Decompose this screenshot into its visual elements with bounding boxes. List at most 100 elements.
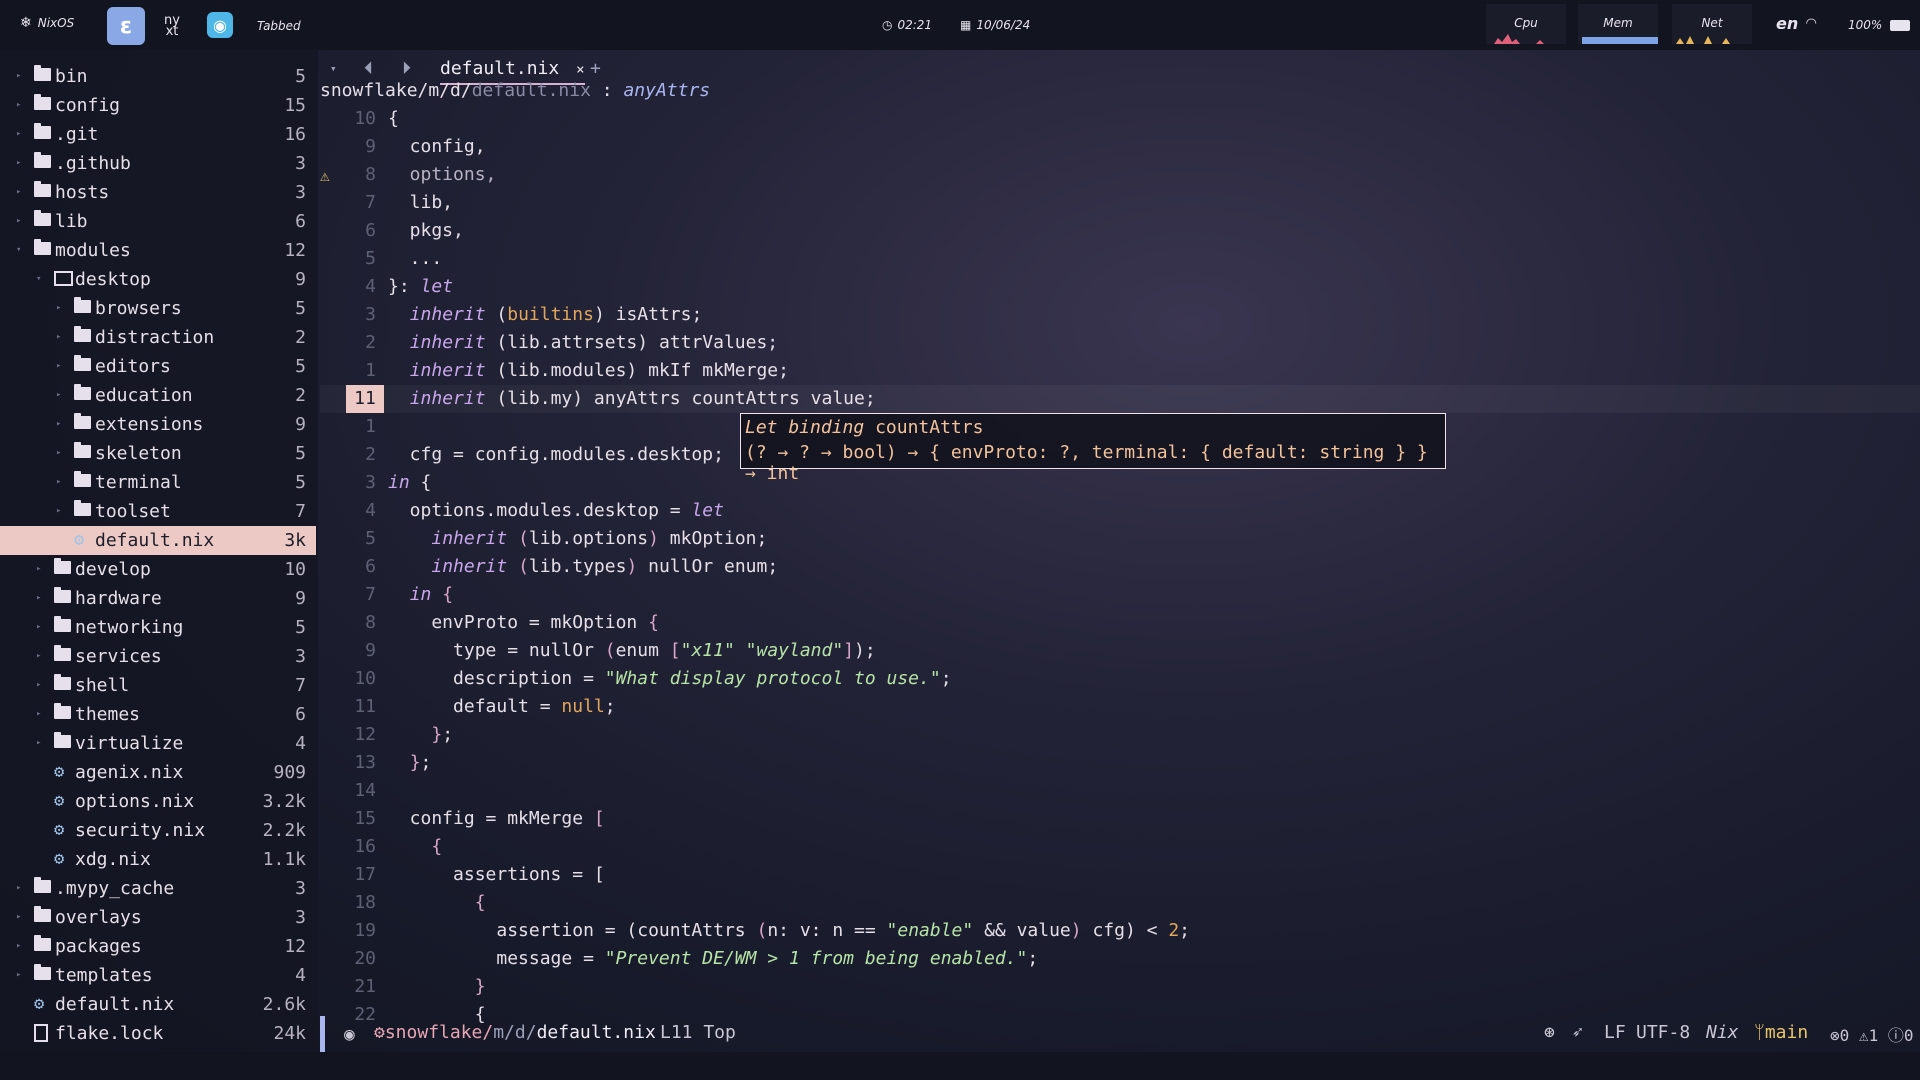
keyboard-layout[interactable]: en ◠ [1776,14,1816,33]
cpu-widget[interactable]: Cpu [1486,4,1566,44]
tree-item[interactable]: ▸ hardware 9 [0,584,316,613]
net-widget[interactable]: Net [1672,4,1752,44]
code-line[interactable]: 9 config, [320,133,1920,161]
chevron-right-icon[interactable]: ▸ [36,613,41,642]
tree-item[interactable]: ▸ services 3 [0,642,316,671]
workspace-1-emacs-icon[interactable]: ε [107,7,145,45]
status-file[interactable]: ⚙snowflake/m/d/default.nix [374,1022,656,1043]
tab-next-icon[interactable]: ⏵ [402,58,411,79]
code-line[interactable]: 2 inherit (lib.attrsets) attrValues; [320,329,1920,357]
battery[interactable]: 100% [1848,18,1911,32]
tree-item[interactable]: ▸ distraction 2 [0,323,316,352]
code-line[interactable]: 5 inherit (lib.options) mkOption; [320,525,1920,553]
code-line[interactable]: 11 default = null; [320,693,1920,721]
code-line[interactable]: 4 options.modules.desktop = let [320,497,1920,525]
tree-item[interactable]: ▸ hosts 3 [0,178,316,207]
chevron-right-icon[interactable]: ▸ [16,91,21,120]
tab-dropdown-icon[interactable]: ▾ [330,62,337,75]
tree-item[interactable]: ▸ lib 6 [0,207,316,236]
chevron-right-icon[interactable]: ▸ [16,120,21,149]
tree-item[interactable]: ▸ .git 16 [0,120,316,149]
diagnostics[interactable]: ⊗0 ⚠1 ⓘ0 [1830,1022,1914,1046]
workspace-2-icon[interactable]: ny xt [157,11,187,41]
tree-item[interactable]: ▾ modules 12 [0,236,316,265]
chevron-right-icon[interactable]: ▸ [36,729,41,758]
file-encoding[interactable]: UTF-8 [1636,1022,1690,1043]
chevron-right-icon[interactable]: ▸ [16,207,21,236]
tree-item[interactable]: ▸ browsers 5 [0,294,316,323]
chevron-right-icon[interactable]: ▸ [56,497,61,526]
code-line[interactable]: 20 message = "Prevent DE/WM > 1 from bei… [320,945,1920,973]
code-line[interactable]: 9 type = nullOr (enum ["x11" "wayland"])… [320,637,1920,665]
workspace-3-browser-icon[interactable]: ◉ [207,12,233,38]
chevron-right-icon[interactable]: ▸ [36,584,41,613]
layout-indicator[interactable]: Tabbed [257,19,301,33]
code-line[interactable]: 8 options, [320,161,1920,189]
tree-item[interactable]: ▸ virtualize 4 [0,729,316,758]
file-tree[interactable]: ▸ bin 5 ▸ config 15 ▸ .git 16 ▸ .github 3 ▸ hosts 3 ▸ li… [0,50,318,1050]
tree-item[interactable]: ▸ extensions 9 [0,410,316,439]
chevron-right-icon[interactable]: ▸ [56,323,61,352]
chevron-right-icon[interactable]: ▸ [16,149,21,178]
code-line[interactable]: 1 inherit (lib.modules) mkIf mkMerge; [320,357,1920,385]
tree-item[interactable]: ▸ editors 5 [0,352,316,381]
chevron-right-icon[interactable]: ▸ [36,700,41,729]
tab-prev-icon[interactable]: ⏴ [364,58,373,79]
chevron-right-icon[interactable]: ▸ [56,439,61,468]
tree-item[interactable]: ⚙ options.nix 3.2k [0,787,316,816]
code-line[interactable]: 4}: let [320,273,1920,301]
tree-item[interactable]: ▸ develop 10 [0,555,316,584]
file-type[interactable]: Nix [1706,1022,1739,1043]
code-line[interactable]: 21 } [320,973,1920,1001]
tree-item[interactable]: ▸ .github 3 [0,149,316,178]
new-tab-button[interactable]: + [590,58,601,79]
tree-item[interactable]: ▸ toolset 7 [0,497,316,526]
code-line[interactable]: 15 config = mkMerge [ [320,805,1920,833]
date[interactable]: ▦ 10/06/24 [960,18,1030,32]
chevron-right-icon[interactable]: ▸ [16,178,21,207]
code-line[interactable]: 13 }; [320,749,1920,777]
code-line[interactable]: 16 { [320,833,1920,861]
os-menu[interactable]: ❄ NixOS [20,15,74,31]
chevron-down-icon[interactable]: ▾ [36,265,41,294]
tab-close-icon[interactable]: × [576,62,584,78]
chevron-right-icon[interactable]: ▸ [36,671,41,700]
git-branch[interactable]: ᛘmain [1754,1022,1808,1043]
chevron-right-icon[interactable]: ▸ [36,642,41,671]
code-line[interactable]: 6 pkgs, [320,217,1920,245]
code-line[interactable]: 10 description = "What display protocol … [320,665,1920,693]
chevron-right-icon[interactable]: ▸ [16,961,21,990]
tree-item[interactable]: flake.lock 24k [0,1019,316,1048]
chevron-right-icon[interactable]: ▸ [16,932,21,961]
chevron-right-icon[interactable]: ▸ [56,381,61,410]
chevron-right-icon[interactable]: ▸ [16,903,21,932]
code-line[interactable]: 6 inherit (lib.types) nullOr enum; [320,553,1920,581]
tree-item[interactable]: ▸ themes 6 [0,700,316,729]
tree-item[interactable]: ⚙ security.nix 2.2k [0,816,316,845]
code-line[interactable]: 18 { [320,889,1920,917]
clock[interactable]: ◷ 02:21 [882,18,932,32]
tree-item[interactable]: ▸ networking 5 [0,613,316,642]
tree-item[interactable]: ▸ bin 5 [0,62,316,91]
tree-item[interactable]: ▾ desktop 9 [0,265,316,294]
mem-widget[interactable]: Mem [1578,4,1658,44]
tree-item[interactable]: ▸ templates 4 [0,961,316,990]
tree-item[interactable]: ▸ shell 7 [0,671,316,700]
chevron-right-icon[interactable]: ▸ [56,352,61,381]
chevron-right-icon[interactable]: ▸ [16,874,21,903]
rocket-icon[interactable]: ➶ [1572,1022,1583,1043]
github-icon[interactable]: ⊛ [1544,1022,1555,1043]
tree-item[interactable]: ▸ .mypy_cache 3 [0,874,316,903]
chevron-right-icon[interactable]: ▸ [36,555,41,584]
chevron-right-icon[interactable]: ▸ [56,468,61,497]
tree-item[interactable]: ▸ packages 12 [0,932,316,961]
tree-item[interactable]: ⚙ agenix.nix 909 [0,758,316,787]
tree-item[interactable]: ▸ config 15 [0,91,316,120]
code-line[interactable]: 7 in { [320,581,1920,609]
chevron-right-icon[interactable]: ▸ [56,294,61,323]
chevron-down-icon[interactable]: ▾ [16,236,21,265]
line-ending[interactable]: LF [1604,1022,1626,1043]
chevron-right-icon[interactable]: ▸ [16,62,21,91]
tree-item[interactable]: ▸ terminal 5 [0,468,316,497]
code-line[interactable]: 10 { [320,105,1920,133]
